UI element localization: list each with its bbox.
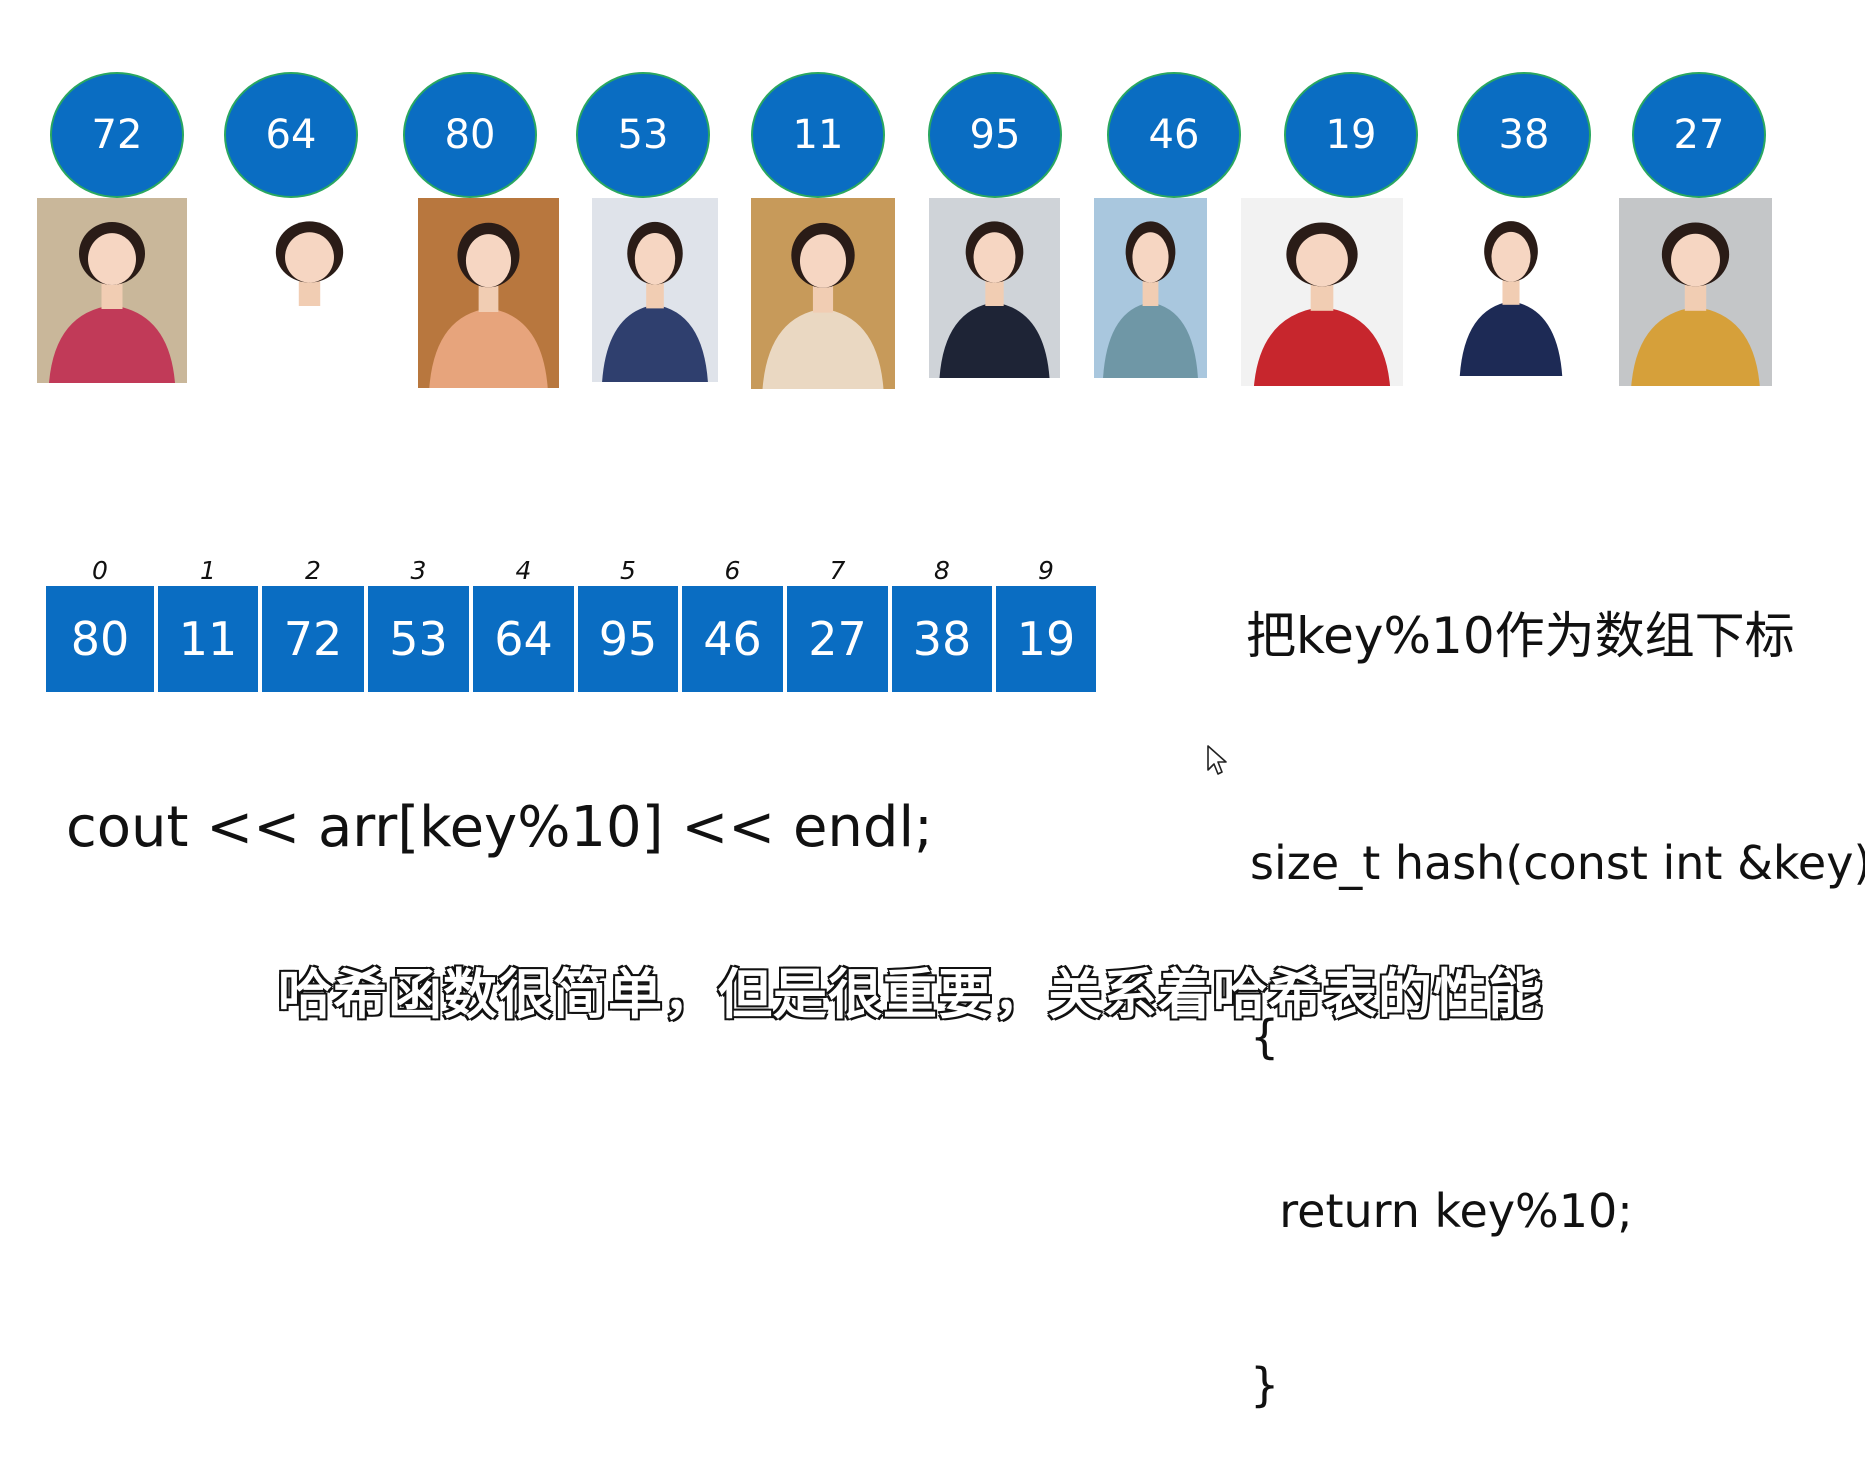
code-line: return key%10; [1250, 1184, 1633, 1238]
array-index: 5 [620, 556, 636, 585]
array-cell: 53 [368, 586, 469, 692]
array-index: 8 [934, 556, 950, 585]
mouse-pointer-icon [1206, 744, 1228, 782]
person-photo [1450, 198, 1572, 376]
person-photo [592, 198, 718, 382]
person-photo [1094, 198, 1207, 378]
array-cell: 72 [262, 586, 364, 692]
photo-strip [0, 0, 1865, 400]
person-photo [37, 198, 187, 383]
person-photo [418, 198, 559, 388]
array-index: 1 [200, 556, 216, 585]
description-text: 把key%10作为数组下标 [1246, 607, 1795, 665]
code-line: } [1250, 1358, 1280, 1412]
array-index: 6 [724, 556, 741, 585]
array-cell: 27 [787, 586, 888, 692]
array-cell: 46 [682, 586, 783, 692]
person-photo [1619, 198, 1772, 386]
array-cell: 80 [46, 586, 154, 692]
code-line: size_t hash(const int &key) [1250, 836, 1865, 890]
person-photo [929, 198, 1060, 378]
array-index: 0 [92, 556, 108, 585]
array-index: 2 [305, 556, 321, 585]
array-cell: 19 [996, 586, 1096, 692]
array-index: 3 [410, 556, 427, 585]
array-index: 9 [1038, 556, 1054, 585]
array-cell: 11 [158, 586, 258, 692]
array-index: 7 [829, 556, 846, 585]
array-index: 4 [515, 556, 532, 585]
person-photo [751, 198, 895, 389]
person-photo [1241, 198, 1403, 386]
array-cell: 64 [473, 586, 574, 692]
video-subtitle: 哈希函数很简单，但是很重要，关系着哈希表的性能 [277, 962, 1543, 1027]
array-cell: 38 [892, 586, 992, 692]
cout-statement: cout << arr[key%10] << endl; [66, 795, 933, 860]
hash-function-code: size_t hash(const int &key) { return key… [1250, 718, 1865, 1472]
array-cell: 95 [578, 586, 678, 692]
person-photo [233, 198, 386, 378]
